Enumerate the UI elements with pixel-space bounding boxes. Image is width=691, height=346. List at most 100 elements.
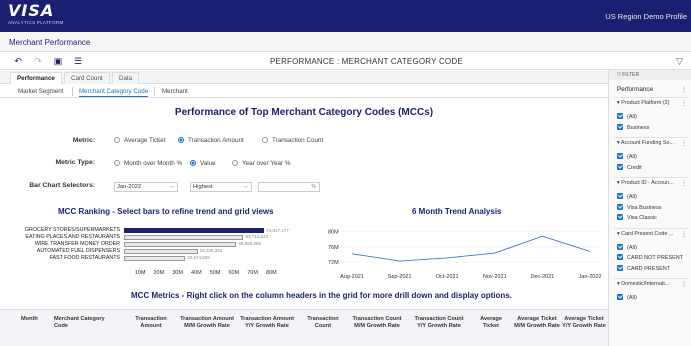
option-label: Month over Month % [124,160,183,167]
bar[interactable] [124,255,186,261]
trend-line[interactable] [351,235,591,262]
y-tick-label: 72M [328,260,339,266]
col-header-avg-ticket-mm[interactable]: Average Ticket M/M Growth Rate [514,316,560,329]
details-icon[interactable]: ☰ [72,56,84,67]
filter-section-header[interactable]: ▾ Product ID - Accoun... [617,180,674,186]
tab-performance[interactable]: Performance [10,72,62,84]
metric-option-transaction-count[interactable]: Transaction Count [262,137,323,144]
col-header-txn-count-mm[interactable]: Transaction Count M/M Growth Rate [350,316,404,329]
redo-icon[interactable]: ↷ [32,56,44,67]
dashboard-title: PERFORMANCE : MERCHANT CATEGORY CODE [270,57,463,66]
metric-type-label: Metric Type: [55,159,95,166]
bar-value-label: 63,714,513 [245,234,268,240]
more-options-icon[interactable]: ⋮ [681,281,687,288]
filter-section-header[interactable]: ▾ Account Funding So... [617,140,674,146]
metric-type-option-value[interactable]: Value [190,160,216,167]
month-select[interactable]: Jan-2022 ⌵ [114,182,178,192]
filter-checkbox-item[interactable]: CARD PRESENT [617,264,670,272]
save-icon[interactable]: ▣ [52,56,64,67]
filter-header: ▽ FILTER [609,70,691,80]
bar-label: AUTOMATED FUEL DISPENSERS [36,247,120,254]
filter-checkbox-item[interactable]: Visa Business [617,203,661,211]
col-header-month[interactable]: Month [21,316,38,323]
undo-icon[interactable]: ↶ [12,56,24,67]
metric-label: Metric: [72,137,95,144]
filter-checkbox-item[interactable]: (All) [617,113,637,120]
visa-logo[interactable]: VISA [8,3,54,19]
x-tick-label: Nov-2021 [483,274,507,280]
filter-checkbox-item[interactable]: (All) [617,193,637,200]
more-options-icon[interactable]: ⋮ [681,180,687,187]
metric-type-option-yoy[interactable]: Year over Year % [232,160,290,167]
option-label: Year over Year % [242,160,291,167]
chevron-down-icon: ⌵ [169,184,174,190]
filter-checkbox-item[interactable]: Business [617,123,650,131]
toolbar: ↶ ↷ ▣ ☰ PERFORMANCE : MERCHANT CATEGORY … [0,53,691,70]
more-options-icon[interactable]: ⋮ [681,86,687,93]
col-header-avg-ticket[interactable]: Average Ticket [472,316,510,329]
metric-option-average-ticket[interactable]: Average Ticket [114,137,166,144]
bar[interactable] [124,228,265,233]
metric-option-transaction-amount[interactable]: Transaction Amount [178,137,244,144]
bar-selectors-label: Bar Chart Selectors: [29,182,95,189]
filter-title: Performance [617,86,654,93]
filter-item-label: Credit [627,164,642,171]
more-options-icon[interactable]: ⋮ [681,231,687,238]
checkbox-checked-icon [617,264,623,271]
col-header-txn-count-yy[interactable]: Transaction Count Y/Y Growth Rate [412,316,466,329]
filter-checkbox-item[interactable]: (All) [617,294,637,301]
subtab-market-segment[interactable]: Market Segment [18,86,63,97]
filter-item-label: Business [627,124,650,131]
divider [613,137,688,138]
grid-title: MCC Metrics - Right click on the column … [131,291,512,300]
x-tick-label: Jan-2022 [579,274,602,280]
subtab-merchant[interactable]: Merchant [162,86,188,97]
more-options-icon[interactable]: ⋮ [681,140,687,147]
y-tick-label: 80M [328,230,339,236]
filter-checkbox-item[interactable]: (All) [617,243,637,251]
col-header-mcc[interactable]: Merchant Category Code [54,316,118,329]
filter-section-header[interactable]: ▾ Product Platform (2) [617,100,669,106]
filter-section-header[interactable]: ▾ Domestic/Internati... [617,281,669,287]
metric-type-option-mom[interactable]: Month over Month % [114,160,182,167]
filter-checkbox-item[interactable]: Visa Classic [617,214,657,221]
filter-sidebar: ▽ FILTER Performance ⋮ ▾ Product Platfor… [608,70,691,346]
divider [613,278,688,279]
bar[interactable] [124,248,198,254]
option-label: Value [200,160,216,167]
bar[interactable] [124,234,244,240]
profile-name[interactable]: US Region Demo Profile [605,12,687,21]
filter-checkbox-item[interactable]: CARD NOT PRESENT [617,254,683,261]
x-tick-label: 30M [172,270,183,276]
percent-input[interactable]: % [258,182,320,192]
trend-chart: 72M 76M 80M Aug-2021 Sep-2021 Oct-2021 Nov-202… [328,230,602,280]
filter-checkbox-item[interactable]: (All) [617,153,637,160]
subtab-merchant-category-code[interactable]: Merchant Category Code [79,86,149,97]
col-header-txn-count[interactable]: Transaction Count [300,316,346,329]
funnel-icon[interactable]: ▽ [676,56,683,67]
page-header: Merchant Performance [0,32,691,52]
option-label: Transaction Amount [188,137,244,144]
col-header-txn-amount-yy[interactable]: Transaction Amount Y/Y Growth Rate [240,316,294,329]
col-header-txn-amount-mm[interactable]: Transaction Amount M/M Growth Rate [180,316,234,329]
tab-card-count[interactable]: Card Count [64,72,110,84]
checkbox-checked-icon [617,123,623,130]
x-tick-label: 10M [134,270,146,276]
filter-checkbox-item[interactable]: Credit [617,163,642,171]
x-tick-label: Oct-2021 [436,274,459,280]
bar-label: GROCERY STORES/SUPERMARKETS [24,227,120,233]
more-options-icon[interactable]: ⋮ [681,100,687,107]
col-header-txn-amount[interactable]: Transaction Amount [128,316,174,329]
bar[interactable] [124,241,237,247]
option-label: Transaction Count [272,137,324,144]
rank-select[interactable]: Highest ⌵ [190,182,252,192]
filter-header-label: FILTER [622,72,640,78]
radio-icon [114,137,120,143]
checkbox-checked-icon [617,153,623,159]
option-label: Average Ticket [124,137,166,144]
col-header-avg-ticket-yy[interactable]: Average Ticket Y/Y Growth Rate [562,316,606,329]
x-tick-label: 50M [209,270,221,276]
top-bar: VISA ANALYTICS PLATFORM US Region Demo P… [0,0,691,32]
tab-data[interactable]: Data [112,72,140,84]
filter-section-header[interactable]: ▾ Card Present Code ... [617,231,673,237]
